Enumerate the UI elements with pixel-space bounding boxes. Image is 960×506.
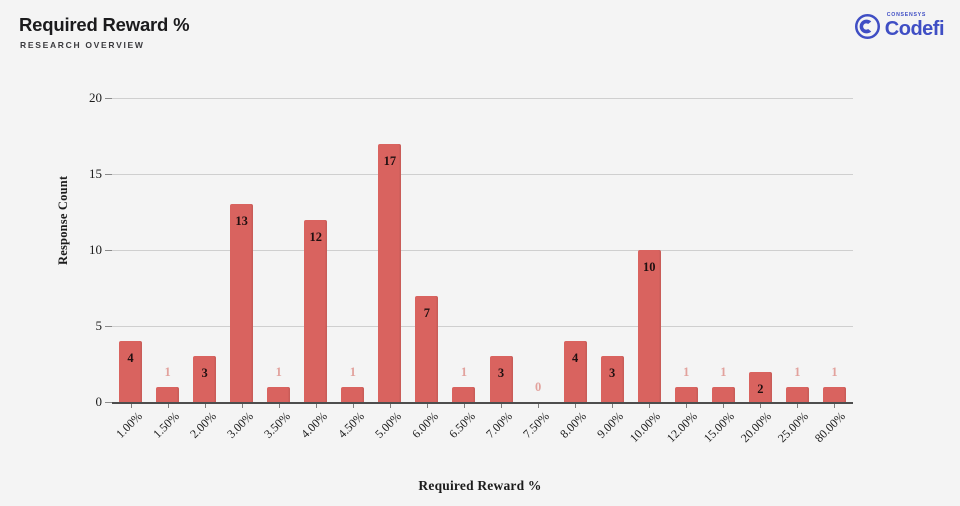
bar-value-label: 3	[201, 366, 208, 381]
bar-value-label: 4	[572, 351, 579, 366]
bar-value-label: 1	[831, 364, 838, 379]
y-axis-tick-label: 15	[89, 166, 102, 181]
y-axis-tick-mark	[105, 174, 112, 175]
y-axis-tick-label: 20	[89, 90, 102, 105]
x-axis-tick-mark	[575, 404, 577, 408]
y-axis-tick-mark	[105, 326, 112, 327]
x-axis-tick-mark	[278, 404, 280, 408]
bar-value-label: 17	[383, 153, 397, 168]
y-axis-tick-label: 0	[95, 394, 103, 409]
bar[interactable]	[452, 386, 476, 402]
bar-value-label: 0	[534, 380, 542, 394]
bar-value-label: 1	[683, 364, 690, 379]
bar[interactable]	[785, 386, 809, 402]
x-axis-tick-mark	[501, 404, 503, 408]
bar[interactable]	[230, 204, 254, 402]
bar-value-label: 1	[275, 364, 282, 379]
bar-chart: 4 1 3 13 1 12 1 17 7 1 3 0 4 3 10 1 1 2 1 1 Response Count …	[0, 0, 960, 506]
x-axis-tick-mark	[649, 404, 651, 408]
bar-value-label: 1	[720, 364, 727, 379]
bar-value-label: 3	[497, 366, 505, 381]
x-axis-tick-mark	[723, 404, 725, 408]
bar-value-label: 4	[127, 351, 134, 366]
x-axis-tick-mark	[352, 404, 354, 408]
bar-value-label: 10	[642, 260, 656, 274]
bar[interactable]	[711, 386, 735, 402]
bar-value-label: 1	[460, 364, 468, 379]
gridline	[112, 98, 853, 99]
y-axis-tick-label: 10	[89, 242, 102, 257]
x-axis-tick-mark	[612, 404, 614, 408]
bar-value-label: 1	[349, 364, 356, 379]
bar[interactable]	[378, 143, 402, 402]
bar[interactable]	[267, 386, 291, 402]
bar-value-label: 1	[794, 364, 801, 379]
y-axis-tick-mark	[105, 250, 112, 251]
x-axis-tick-mark	[797, 404, 799, 408]
bar-value-label: 7	[423, 305, 431, 320]
bar[interactable]	[304, 219, 328, 402]
x-axis-tick-mark	[463, 404, 465, 408]
x-axis-tick-mark	[426, 404, 428, 408]
bar-value-label: 2	[757, 381, 764, 396]
bar-value-label: 3	[609, 366, 616, 381]
y-axis-tick-mark	[105, 402, 112, 403]
x-axis-tick-mark	[204, 404, 206, 408]
gridline	[112, 250, 853, 251]
bar[interactable]	[341, 386, 365, 402]
bar[interactable]	[674, 386, 698, 402]
bar-value-label: 13	[235, 214, 248, 229]
x-axis-line	[112, 402, 853, 404]
x-axis-title: Required Reward %	[418, 478, 542, 493]
x-axis-tick-mark	[834, 404, 836, 408]
gridline	[112, 174, 853, 175]
plot-area: 4 1 3 13 1 12 1 17 7 1 3 0 4 3 10 1 1 2 1 1	[112, 98, 853, 402]
bar-value-label: 1	[164, 364, 171, 379]
y-axis-tick-label: 5	[95, 318, 103, 333]
bar[interactable]	[822, 386, 846, 402]
y-axis-tick-mark	[105, 98, 112, 99]
x-axis-tick-mark	[538, 404, 540, 408]
x-axis-tick-mark	[167, 404, 169, 408]
gridline	[112, 326, 853, 327]
bar-value-label: 12	[309, 229, 323, 244]
x-axis-tick-mark	[241, 404, 243, 408]
x-axis-tick-mark	[130, 404, 132, 408]
x-axis-tick-mark	[686, 404, 688, 408]
x-axis-tick-mark	[760, 404, 762, 408]
bar[interactable]	[156, 386, 180, 402]
x-axis-tick-mark	[389, 404, 391, 408]
x-axis-tick-mark	[315, 404, 317, 408]
